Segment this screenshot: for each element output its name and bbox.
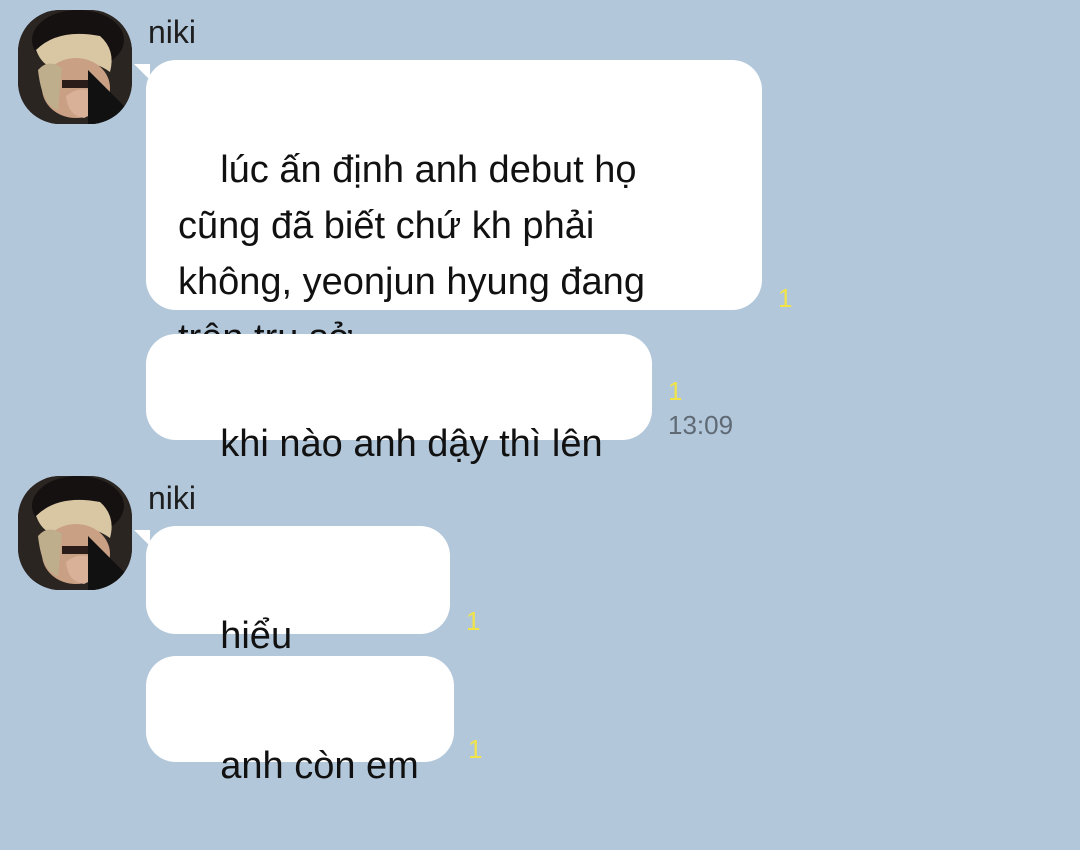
message-bubble[interactable]: hiểu không? <box>146 526 450 713</box>
message-text: lúc ấn định anh debut họ cũng đã biết ch… <box>178 149 645 359</box>
unread-count: 1 <box>468 734 483 764</box>
unread-count: 1 <box>466 606 481 636</box>
message-text: anh còn em <box>220 745 419 787</box>
message-bubble[interactable]: anh còn em <box>146 656 454 787</box>
sender-name: niki <box>148 480 197 516</box>
avatar-photo-icon <box>18 10 132 124</box>
avatar[interactable] <box>18 10 132 124</box>
chat-area[interactable]: niki lúc ấn định anh debut họ cũng đã bi… <box>0 0 1080 787</box>
unread-count: 1 <box>778 283 793 313</box>
avatar-photo-icon <box>18 476 132 590</box>
avatar[interactable] <box>18 476 132 590</box>
sender-name: niki <box>148 14 197 50</box>
message-timestamp: 13:09 <box>668 410 734 440</box>
unread-count: 1 <box>668 376 683 406</box>
message-bubble[interactable]: lúc ấn định anh debut họ cũng đã biết ch… <box>146 60 762 359</box>
message-bubble[interactable]: khi nào anh dậy thì lên <box>146 334 652 465</box>
message-text: khi nào anh dậy thì lên <box>220 423 603 465</box>
